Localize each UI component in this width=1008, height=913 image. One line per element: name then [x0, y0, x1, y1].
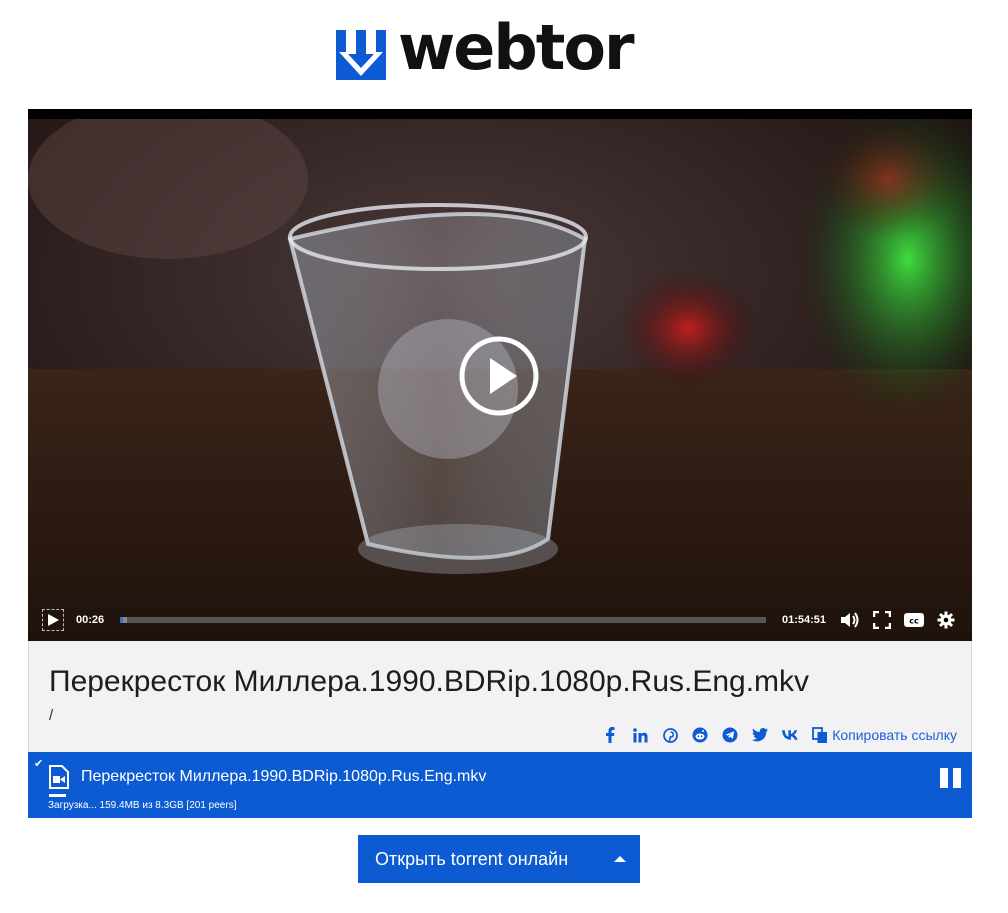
- captions-button[interactable]: cc: [902, 608, 926, 632]
- file-info-panel: Перекресток Миллера.1990.BDRip.1080p.Rus…: [28, 641, 972, 752]
- telegram-icon[interactable]: [722, 727, 738, 743]
- fullscreen-button[interactable]: [870, 608, 894, 632]
- volume-button[interactable]: [838, 608, 862, 632]
- download-arrow-icon: [336, 30, 386, 80]
- fullscreen-icon: [873, 611, 891, 629]
- pause-button[interactable]: [940, 768, 962, 788]
- logo-text: webtor: [398, 11, 635, 84]
- seek-bar[interactable]: [120, 617, 766, 623]
- settings-button[interactable]: [934, 608, 958, 632]
- play-circle-icon: [459, 336, 539, 416]
- download-status: Загрузка... 159.4MB из 8.3GB [201 peers]: [48, 800, 237, 811]
- svg-text:cc: cc: [909, 617, 919, 626]
- pause-icon: [940, 768, 961, 788]
- file-path: /: [49, 707, 54, 724]
- volume-icon: [841, 612, 859, 628]
- share-bar: Копировать ссылку: [588, 726, 957, 744]
- play-icon: [48, 614, 59, 626]
- video-file-icon: [49, 765, 69, 789]
- settings-icon: [937, 611, 955, 629]
- copy-link-label: Копировать ссылку: [832, 727, 957, 743]
- linkedin-icon[interactable]: [632, 727, 648, 743]
- big-play-button[interactable]: [459, 336, 539, 416]
- open-torrent-label: Открыть torrent онлайн: [375, 848, 569, 869]
- pinterest-icon[interactable]: [662, 727, 678, 743]
- duration-time: 01:54:51: [782, 614, 827, 626]
- facebook-icon[interactable]: [602, 727, 618, 743]
- player-controls: 00:26 01:54:51 cc: [28, 606, 972, 634]
- vk-icon[interactable]: [782, 727, 798, 743]
- copy-link-button[interactable]: Копировать ссылку: [812, 726, 957, 744]
- played-bar: [120, 617, 123, 623]
- video-player[interactable]: 00:26 01:54:51 cc: [28, 109, 972, 641]
- file-title: Перекресток Миллера.1990.BDRip.1080p.Rus…: [49, 665, 810, 698]
- download-file-name: Перекресток Миллера.1990.BDRip.1080p.Rus…: [81, 768, 487, 785]
- copy-icon: [812, 726, 828, 743]
- captions-icon: cc: [904, 613, 924, 627]
- caret-up-icon[interactable]: [614, 856, 626, 862]
- twitter-icon[interactable]: [752, 727, 769, 743]
- play-button[interactable]: [42, 609, 64, 631]
- open-torrent-button[interactable]: Открыть torrent онлайн: [358, 835, 640, 883]
- current-time: 00:26: [76, 614, 105, 626]
- reddit-icon[interactable]: [692, 727, 708, 743]
- check-icon: ✔: [34, 758, 44, 770]
- file-icon-underline: [49, 794, 66, 797]
- download-bar[interactable]: ✔ Перекресток Миллера.1990.BDRip.1080p.R…: [28, 752, 972, 818]
- webtor-logo[interactable]: webtor: [336, 17, 635, 82]
